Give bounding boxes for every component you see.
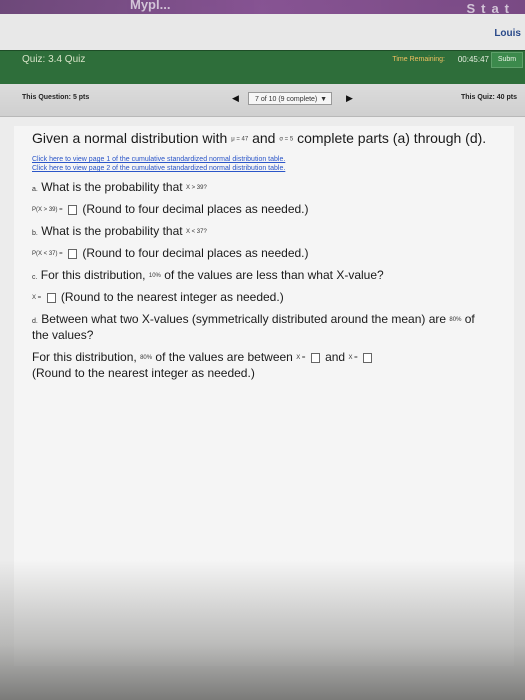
question-text: Given a normal distribution with μ = 47 …: [32, 130, 486, 146]
user-name[interactable]: Louis: [494, 28, 521, 39]
submit-quiz-button[interactable]: Subm: [491, 52, 523, 68]
part-a-text: What is the probability that: [41, 180, 183, 194]
sigma-symbol: σ = 5: [279, 136, 294, 143]
table-link-page-2[interactable]: Click here to view page 2 of the cumulat…: [32, 165, 285, 172]
question-score: This Question: 5 pts: [22, 94, 90, 101]
quiz-score: This Quiz: 40 pts: [460, 94, 517, 101]
part-d-text2: of: [464, 312, 475, 326]
part-d-percent: 80%: [449, 316, 462, 323]
part-d-answer-input-upper[interactable]: [362, 352, 372, 363]
part-a-condition: X > 39?: [185, 184, 207, 191]
question-text-part2: and: [252, 130, 276, 146]
question-text-part1: Given a normal distribution with: [32, 130, 228, 146]
question-nav-bar: This Question: 5 pts ◀ 7 of 10 (9 comple…: [0, 84, 525, 117]
part-c-percent: 10%: [148, 272, 161, 279]
next-question-icon[interactable]: ▶: [346, 93, 353, 104]
part-d-instruction: (Round to the nearest integer as needed.…: [32, 366, 255, 380]
part-c-text1: For this distribution,: [40, 268, 146, 282]
part-d-x2-label: X =: [348, 354, 358, 361]
quiz-header: Quiz: 3.4 Quiz Time Remaining: 00:45:47 …: [0, 50, 525, 84]
part-b-text: What is the probability that: [41, 224, 183, 238]
part-b-instruction: (Round to four decimal places as needed.…: [82, 246, 309, 260]
previous-question-icon[interactable]: ◀: [232, 93, 239, 104]
part-d-x1-label: X =: [296, 354, 306, 361]
part-c-x-label: X =: [32, 294, 42, 301]
part-b-answer-input[interactable]: [68, 248, 78, 259]
part-d-and: and: [325, 350, 346, 364]
part-d-answer-row: For this distribution, 80% of the values…: [32, 350, 374, 364]
question-select[interactable]: 7 of 10 (9 complete) ▼: [248, 92, 332, 105]
part-b-question: b. What is the probability that X < 37?: [32, 224, 207, 238]
mu-symbol: μ = 47: [231, 136, 249, 143]
part-d-marker: d.: [32, 318, 38, 325]
chevron-down-icon: ▼: [320, 96, 327, 103]
table-link-page-1[interactable]: Click here to view page 1 of the cumulat…: [32, 156, 285, 163]
time-remaining-value: 00:45:47: [457, 55, 489, 64]
part-b-marker: b.: [32, 230, 38, 237]
part-b-answer-row: P(X < 37) = (Round to four decimal place…: [32, 246, 309, 260]
part-c-answer-input[interactable]: [46, 292, 56, 303]
part-c-question: c. For this distribution, 10% of the val…: [32, 268, 384, 282]
part-b-prob-label: P(X < 37) =: [32, 250, 63, 257]
part-d-text1: Between what two X-values (symmetrically…: [41, 312, 447, 326]
part-d-percent-2: 80%: [140, 354, 153, 361]
part-d-answer-input-lower[interactable]: [310, 352, 320, 363]
part-c-text2: of the values are less than what X-value…: [164, 268, 384, 282]
part-a-question: a. What is the probability that X > 39?: [32, 180, 207, 194]
part-d-question-cont: the values?: [32, 328, 94, 342]
part-a-marker: a.: [32, 186, 38, 193]
part-a-answer-input[interactable]: [68, 204, 78, 215]
quiz-title: Quiz: 3.4 Quiz: [22, 54, 86, 65]
photo-shadow: [0, 560, 525, 700]
user-bar: Louis: [0, 14, 525, 50]
question-select-value: 7 of 10 (9 complete): [255, 96, 318, 103]
question-text-part3: complete parts (a) through (d).: [297, 130, 487, 146]
part-c-answer-row: X = (Round to the nearest integer as nee…: [32, 290, 284, 304]
time-remaining-label: Time Remaining:: [392, 56, 445, 63]
part-a-answer-row: P(X > 39) = (Round to four decimal place…: [32, 202, 309, 216]
part-b-condition: X < 37?: [185, 228, 207, 235]
part-d-question: d. Between what two X-values (symmetrica…: [32, 312, 475, 326]
browser-top-text: Mypl...: [130, 0, 171, 12]
part-d-text5: of the values are between: [155, 350, 293, 364]
part-a-prob-label: P(X > 39) =: [32, 206, 63, 213]
part-d-text4: For this distribution,: [32, 350, 137, 364]
part-c-marker: c.: [32, 274, 38, 281]
part-a-instruction: (Round to four decimal places as needed.…: [82, 202, 309, 216]
part-c-instruction: (Round to the nearest integer as needed.…: [60, 290, 284, 304]
